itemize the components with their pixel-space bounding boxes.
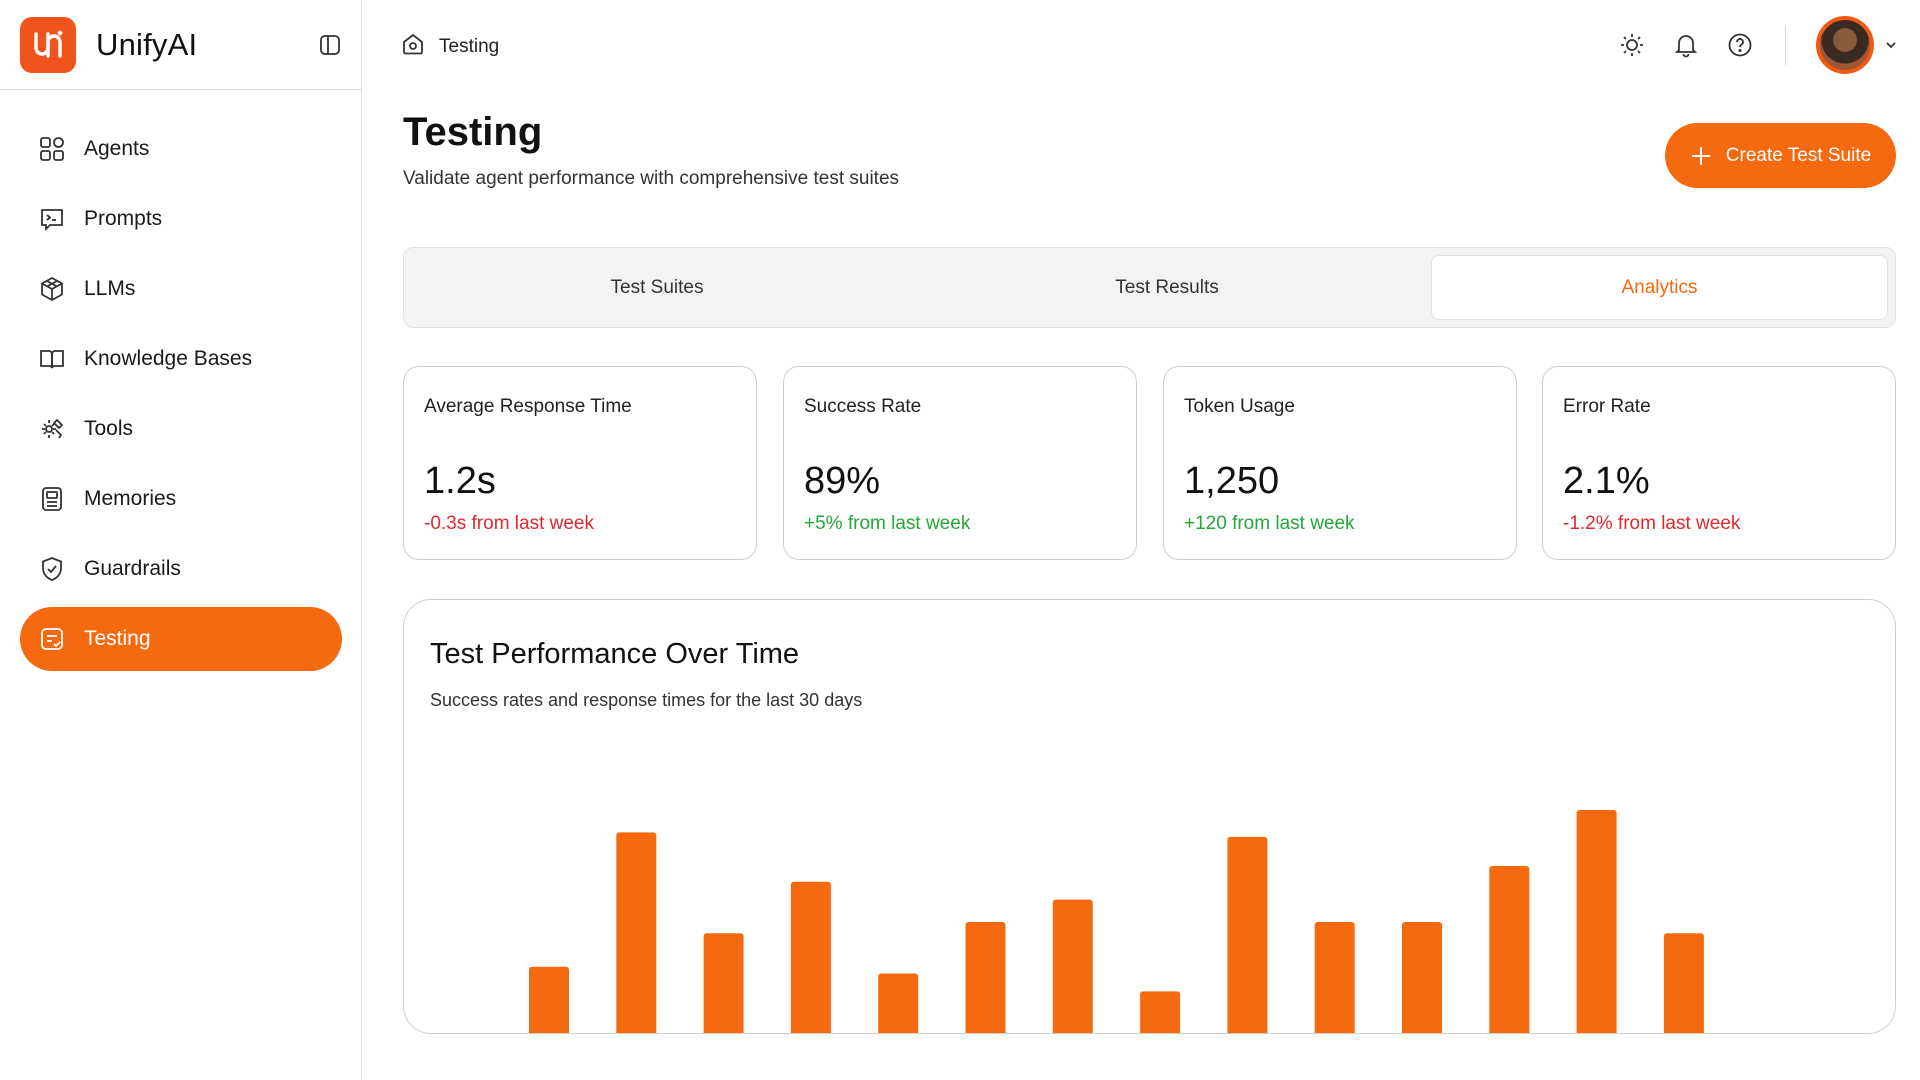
- metric-value: 2.1%: [1563, 460, 1650, 502]
- metric-title: Token Usage: [1184, 396, 1295, 417]
- cube-icon: [38, 275, 66, 303]
- sidebar-item-label: Tools: [84, 417, 134, 440]
- metric-title: Error Rate: [1563, 396, 1651, 417]
- chart-bar: [1227, 836, 1268, 1033]
- chart-bar: [1576, 810, 1617, 1033]
- sidebar-item-tools[interactable]: Tools: [20, 397, 342, 461]
- chevron-down-icon[interactable]: [1882, 36, 1900, 54]
- sidebar-item-guardrails[interactable]: Guardrails: [20, 537, 342, 601]
- sidebar-item-label: Memories: [84, 487, 177, 510]
- bell-icon[interactable]: [1671, 30, 1701, 60]
- chart-bar: [878, 973, 919, 1033]
- sidebar-item-label: Agents: [84, 137, 150, 160]
- top-actions: [1593, 16, 1900, 74]
- chart-bar: [1402, 922, 1442, 1033]
- page-subtitle: Validate agent performance with comprehe…: [403, 168, 900, 189]
- sun-icon[interactable]: [1617, 30, 1647, 60]
- top-bar: Testing: [363, 0, 1920, 90]
- sidebar-item-label: Prompts: [84, 207, 163, 230]
- plus-icon: [1690, 145, 1712, 167]
- tab-test-results[interactable]: Test Results: [922, 255, 1412, 320]
- sidebar-item-label: Testing: [84, 627, 151, 650]
- metric-value: 1.2s: [424, 460, 496, 502]
- sidebar: UnifyAI Agents Prompts LLMs Knowledge Ba…: [0, 0, 362, 1080]
- breadcrumb-current[interactable]: Testing: [439, 36, 499, 58]
- test-icon: [38, 625, 66, 653]
- sidebar-item-llms[interactable]: LLMs: [20, 257, 342, 321]
- memory-icon: [38, 485, 66, 513]
- page-title: Testing: [403, 110, 543, 154]
- grid-icon: [38, 135, 66, 163]
- sidebar-item-prompts[interactable]: Prompts: [20, 187, 342, 251]
- metric-delta: -0.3s from last week: [424, 513, 594, 534]
- chart-bar: [703, 933, 744, 1033]
- tab-test-suites[interactable]: Test Suites: [412, 255, 902, 320]
- chart-bar: [1663, 933, 1704, 1033]
- sidebar-item-label: LLMs: [84, 277, 136, 300]
- chart-bar: [1314, 922, 1355, 1033]
- home-icon[interactable]: [401, 32, 425, 61]
- metric-value: 89%: [804, 460, 881, 502]
- metric-delta: +120 from last week: [1184, 513, 1355, 534]
- gear-icon: [38, 415, 66, 443]
- chart-bar: [965, 922, 1006, 1033]
- metric-card-success-rate: Success Rate 89% +5% from last week: [783, 366, 1137, 560]
- sidebar-item-memories[interactable]: Memories: [20, 467, 342, 531]
- chart-bar: [1052, 899, 1093, 1033]
- brand-header: UnifyAI: [0, 0, 362, 90]
- chart-bar: [790, 881, 831, 1033]
- bar-chart: [529, 810, 1704, 1033]
- app-name: UnifyAI: [96, 27, 198, 62]
- shield-icon: [38, 555, 66, 583]
- chart-bar: [1489, 866, 1530, 1033]
- sidebar-nav: Agents Prompts LLMs Knowledge Bases Tool…: [20, 117, 342, 677]
- chart-bar: [616, 832, 657, 1033]
- sidebar-item-knowledge-bases[interactable]: Knowledge Bases: [20, 327, 342, 391]
- metric-title: Success Rate: [804, 396, 922, 417]
- metric-cards: Average Response Time 1.2s -0.3s from la…: [403, 366, 1896, 560]
- sidebar-item-agents[interactable]: Agents: [20, 117, 342, 181]
- sidebar-item-testing[interactable]: Testing: [20, 607, 342, 671]
- metric-card-response-time: Average Response Time 1.2s -0.3s from la…: [403, 366, 757, 560]
- metric-value: 1,250: [1184, 460, 1280, 502]
- help-icon[interactable]: [1725, 30, 1755, 60]
- create-button-label: Create Test Suite: [1725, 144, 1872, 166]
- create-test-suite-button[interactable]: Create Test Suite: [1665, 123, 1896, 188]
- sidebar-item-label: Guardrails: [84, 557, 181, 580]
- metric-title: Average Response Time: [424, 396, 632, 417]
- divider: [1785, 25, 1786, 65]
- chart-bar: [529, 966, 569, 1033]
- metric-card-token-usage: Token Usage 1,250 +120 from last week: [1163, 366, 1517, 560]
- metric-delta: +5% from last week: [804, 513, 971, 534]
- metric-delta: -1.2% from last week: [1563, 513, 1741, 534]
- tab-analytics[interactable]: Analytics: [1431, 255, 1888, 320]
- performance-chart-card: Test Performance Over Time Success rates…: [403, 599, 1896, 1034]
- app-logo-icon[interactable]: [20, 17, 76, 73]
- sidebar-toggle-icon[interactable]: [318, 33, 342, 57]
- avatar[interactable]: [1816, 16, 1874, 74]
- sidebar-item-label: Knowledge Bases: [84, 347, 253, 370]
- breadcrumb: Testing: [401, 32, 499, 61]
- chart-bar: [1140, 991, 1181, 1033]
- book-icon: [38, 345, 66, 373]
- tab-bar: Test Suites Test Results Analytics: [403, 247, 1896, 328]
- terminal-icon: [38, 205, 66, 233]
- metric-card-error-rate: Error Rate 2.1% -1.2% from last week: [1542, 366, 1896, 560]
